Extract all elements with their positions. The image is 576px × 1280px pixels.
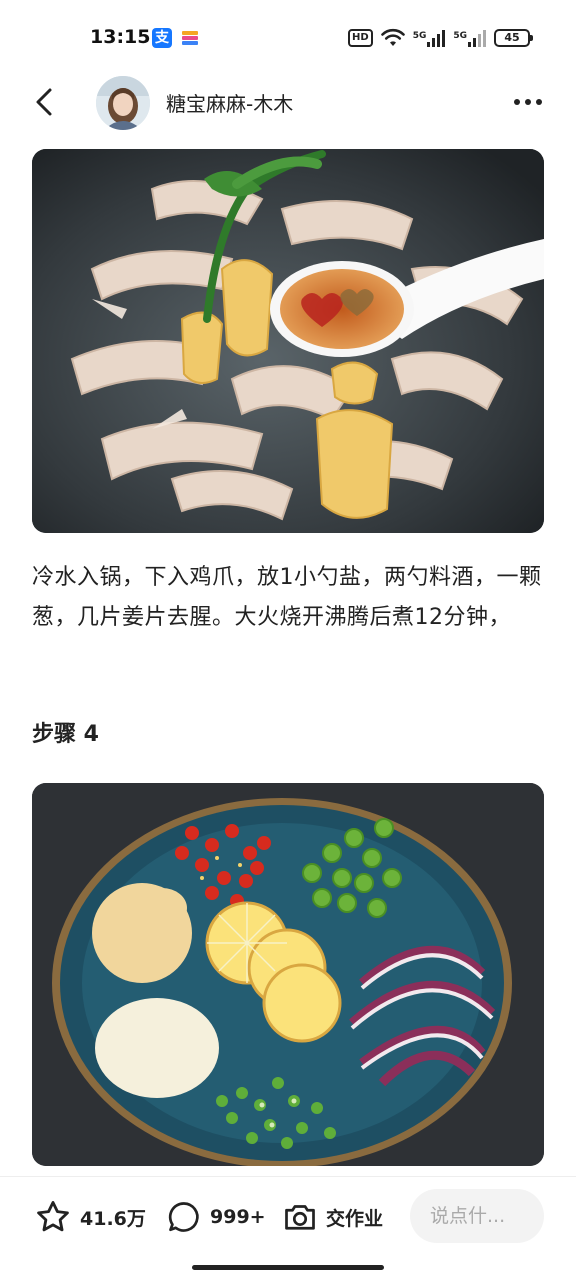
star-icon: [37, 1201, 69, 1232]
signal-icon: 5G: [413, 29, 446, 47]
battery-icon: 45: [494, 29, 533, 47]
app-stripe-icon: [180, 28, 200, 48]
step-photo[interactable]: [32, 783, 544, 1166]
back-button[interactable]: [30, 84, 62, 120]
network-type-label: 5G: [412, 31, 427, 41]
wifi-icon: [380, 28, 405, 46]
hd-icon: HD: [348, 29, 373, 47]
status-bar: 13:15 支 HD 5G 5G 45: [0, 0, 576, 76]
author-name[interactable]: 糖宝麻麻-木木: [166, 88, 293, 117]
favorite-count: 41.6万: [80, 1207, 146, 1230]
home-indicator[interactable]: [192, 1265, 384, 1270]
step-photo[interactable]: [32, 149, 544, 533]
camera-icon: [285, 1205, 315, 1230]
ingredients-plate-image: [32, 783, 544, 1166]
comment-count: 999+: [210, 1206, 266, 1228]
recipe-header: 糖宝麻麻-木木: [0, 72, 576, 132]
comment-button[interactable]: 999+: [166, 1197, 266, 1237]
status-time: 13:15: [90, 26, 151, 48]
comment-bubble-icon: [168, 1202, 199, 1232]
step-description: 冷水入锅，下入鸡爪，放1小勺盐，两勺料酒，一颗葱，几片姜片去腥。大火烧开沸腾后煮…: [32, 565, 542, 630]
chicken-feet-pot-image: [32, 149, 544, 533]
favorite-button[interactable]: 41.6万: [34, 1197, 146, 1237]
network-type-label: 5G: [453, 31, 467, 41]
alipay-icon: 支: [152, 28, 172, 48]
author-avatar[interactable]: [96, 76, 150, 130]
signal-icon: 5G: [453, 29, 486, 47]
submit-homework-button[interactable]: 交作业: [282, 1197, 383, 1237]
homework-label: 交作业: [326, 1207, 384, 1230]
more-dots-icon: [514, 99, 520, 105]
chevron-left-icon: [36, 88, 52, 116]
comment-input[interactable]: [410, 1189, 544, 1243]
bottom-action-bar: 41.6万 999+ 交作业: [0, 1176, 576, 1280]
step-title: 步骤 4: [32, 722, 99, 747]
more-options-button[interactable]: [514, 90, 542, 114]
avatar-image: [96, 76, 150, 130]
status-indicators: HD 5G 5G 45: [348, 26, 533, 50]
